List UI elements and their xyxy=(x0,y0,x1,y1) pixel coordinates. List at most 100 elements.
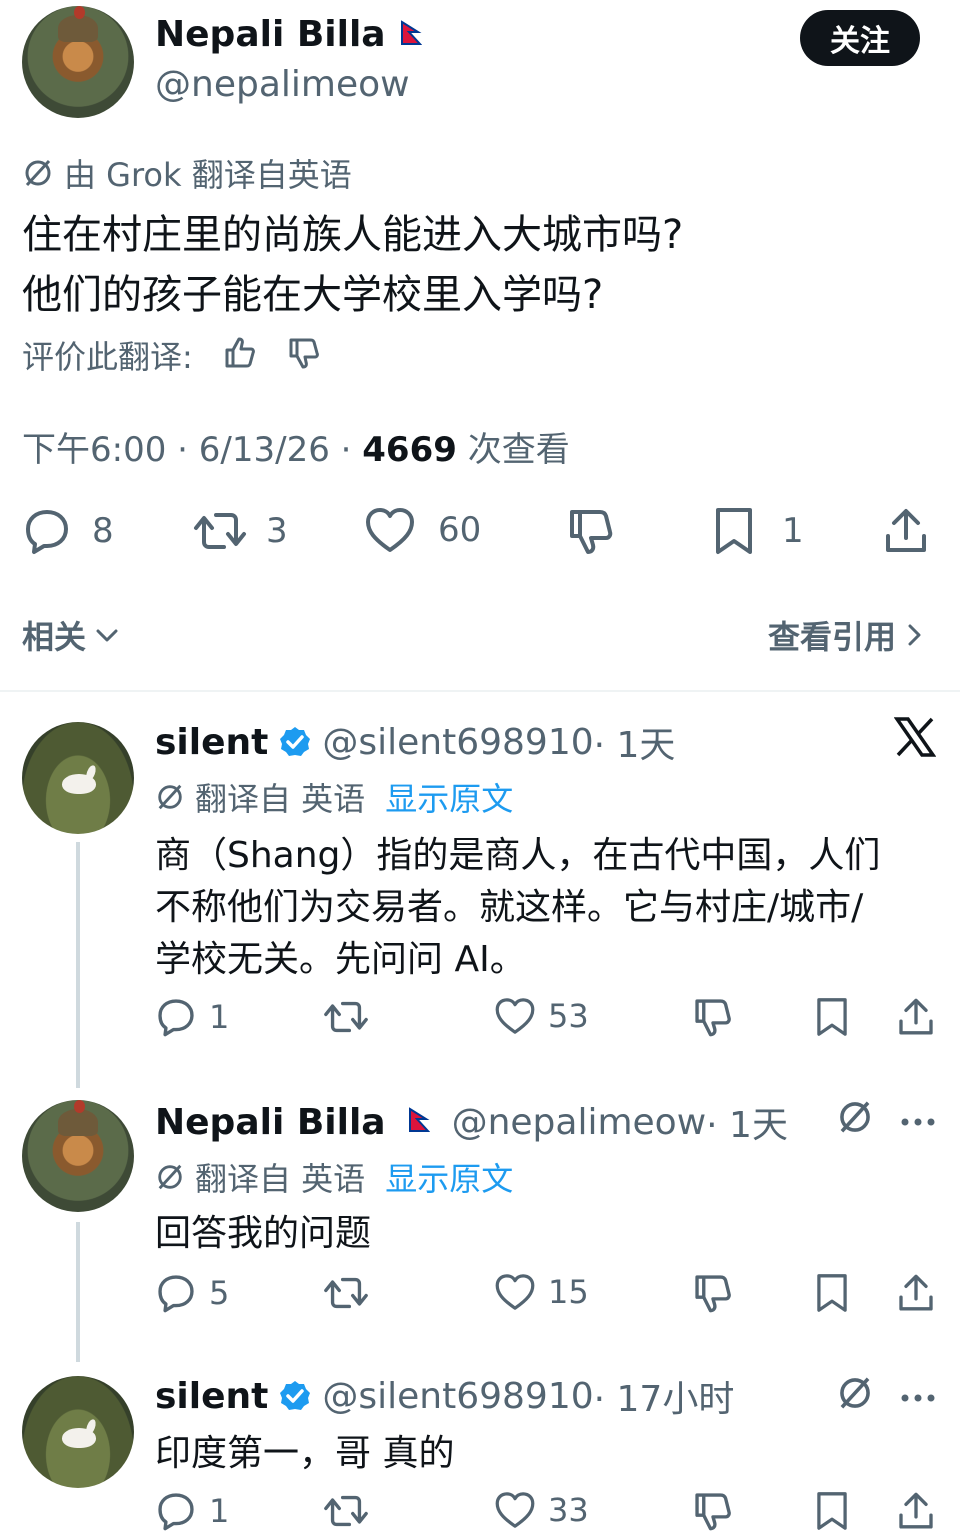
chevron-down-icon xyxy=(96,629,118,642)
retweet-icon xyxy=(324,1277,368,1309)
author-handle[interactable]: @nepalimeow xyxy=(155,64,410,105)
thumbs-down-icon[interactable] xyxy=(287,336,321,374)
translate-icon xyxy=(158,784,182,810)
translation-note: 由 Grok 翻译自英语 xyxy=(64,156,352,194)
dislike-button[interactable] xyxy=(566,506,616,560)
show-original-link[interactable]: 显示原文 xyxy=(385,774,513,820)
divider xyxy=(0,690,960,692)
reply-count: 1 xyxy=(209,1492,230,1530)
thumbs-down-icon xyxy=(695,1275,731,1313)
share-icon xyxy=(899,1274,933,1311)
thumbs-down-icon xyxy=(570,510,613,554)
dislike-button[interactable] xyxy=(692,1272,734,1318)
share-icon xyxy=(899,998,933,1035)
heart-icon xyxy=(495,998,535,1034)
share-button[interactable] xyxy=(882,506,930,560)
reply-count: 1 xyxy=(209,998,230,1036)
show-original-link[interactable]: 显示原文 xyxy=(385,1154,513,1200)
related-dropdown[interactable]: 相关 xyxy=(22,612,120,658)
reply-count: 8 xyxy=(92,511,114,551)
author-avatar[interactable] xyxy=(22,6,134,118)
retweet-button[interactable] xyxy=(322,1490,370,1536)
bookmark-count: 1 xyxy=(782,511,804,551)
share-icon xyxy=(899,1492,933,1529)
thumbs-up-icon[interactable] xyxy=(223,336,257,374)
reply-text-line1: 商（Shang）指的是商人，在古代中国，人们 xyxy=(155,835,881,876)
bookmark-button[interactable] xyxy=(814,1272,850,1318)
translate-icon xyxy=(22,157,54,189)
more-icon[interactable] xyxy=(900,1388,936,1407)
reply-button[interactable]: 1 xyxy=(155,996,229,1038)
verified-badge-icon xyxy=(280,727,311,756)
reply-button[interactable]: 1 xyxy=(155,1490,229,1532)
like-count: 15 xyxy=(548,1273,589,1311)
reply-icon xyxy=(158,1275,194,1313)
heart-icon xyxy=(495,1274,535,1310)
author-handle[interactable]: @silent698910 xyxy=(322,1376,593,1417)
follow-button[interactable]: 关注 xyxy=(800,10,920,66)
reply-text-line1: 回答我的问题 xyxy=(155,1213,372,1254)
dislike-button[interactable] xyxy=(692,1490,734,1536)
author-name[interactable]: Nepali Billa xyxy=(155,1102,386,1143)
thread-line xyxy=(76,842,80,1088)
retweet-button[interactable] xyxy=(322,1272,370,1318)
thumbs-down-icon xyxy=(695,1493,731,1531)
retweet-icon xyxy=(324,1495,368,1527)
like-button[interactable]: 53 xyxy=(494,996,589,1036)
share-button[interactable] xyxy=(896,996,936,1042)
nepal-flag-icon xyxy=(408,1107,430,1137)
bookmark-icon xyxy=(817,1492,847,1530)
reply-text-line2: 不称他们为交易者。就这样。它与村庄/城市/ xyxy=(155,887,864,928)
translate-icon[interactable] xyxy=(836,1374,874,1416)
author-handle[interactable]: @silent698910 xyxy=(322,722,593,763)
share-button[interactable] xyxy=(896,1490,936,1536)
more-icon[interactable] xyxy=(900,1112,936,1131)
avatar[interactable] xyxy=(22,722,134,834)
tweet-timestamp[interactable]: 下午6:00 · 6/13/26 · xyxy=(22,430,362,470)
like-button[interactable]: 15 xyxy=(494,1272,589,1312)
bookmark-button[interactable]: 1 xyxy=(712,506,804,556)
author-name[interactable]: Nepali Billa xyxy=(155,14,386,55)
reply-button[interactable]: 5 xyxy=(155,1272,229,1314)
tweet-meta: 下午6:00 · 6/13/26 · 4669 次查看 xyxy=(22,422,570,471)
like-count: 60 xyxy=(438,510,482,550)
heart-icon xyxy=(495,1492,535,1528)
chevron-right-icon xyxy=(908,624,921,646)
retweet-button[interactable]: 3 xyxy=(192,506,288,556)
reply-text-line1: 印度第一，哥 真的 xyxy=(155,1433,455,1474)
thumbs-down-icon xyxy=(695,999,731,1037)
like-button[interactable]: 33 xyxy=(494,1490,589,1530)
bookmark-button[interactable] xyxy=(814,996,850,1042)
bookmark-icon xyxy=(817,1274,847,1312)
retweet-count: 3 xyxy=(266,511,288,551)
reply-button[interactable]: 8 xyxy=(22,506,114,556)
like-count: 33 xyxy=(548,1491,589,1529)
like-button[interactable]: 60 xyxy=(364,506,481,554)
view-quotes-link[interactable]: 查看引用 xyxy=(768,612,924,658)
tweet-text-line2: 他们的孩子能在大学校里入学吗? xyxy=(22,272,604,318)
bookmark-icon xyxy=(716,508,752,554)
reply-icon xyxy=(158,999,194,1037)
avatar[interactable] xyxy=(22,1100,134,1212)
bookmark-button[interactable] xyxy=(814,1490,850,1536)
rate-translation-label: 评价此翻译: xyxy=(22,338,193,376)
reply-text-line3: 学校无关。先问问 AI。 xyxy=(155,939,526,980)
nepal-flag-icon xyxy=(400,19,422,50)
dislike-button[interactable] xyxy=(692,996,734,1042)
views-count: 4669 xyxy=(362,430,457,470)
retweet-button[interactable] xyxy=(322,996,370,1042)
author-name[interactable]: silent xyxy=(155,1376,268,1417)
tweet-text-line1: 住在村庄里的尚族人能进入大城市吗? xyxy=(22,212,684,258)
author-handle[interactable]: @nepalimeow xyxy=(452,1102,707,1143)
avatar[interactable] xyxy=(22,1376,134,1488)
translate-icon[interactable] xyxy=(836,1098,874,1140)
author-name[interactable]: silent xyxy=(155,722,268,763)
share-button[interactable] xyxy=(896,1272,936,1318)
bookmark-icon xyxy=(817,998,847,1036)
reply-time: · 1天 xyxy=(593,725,676,766)
reply-count: 5 xyxy=(209,1274,230,1312)
like-count: 53 xyxy=(548,997,589,1035)
reply-icon xyxy=(158,1493,194,1531)
related-label: 相关 xyxy=(22,618,87,656)
retweet-icon xyxy=(324,1001,368,1033)
